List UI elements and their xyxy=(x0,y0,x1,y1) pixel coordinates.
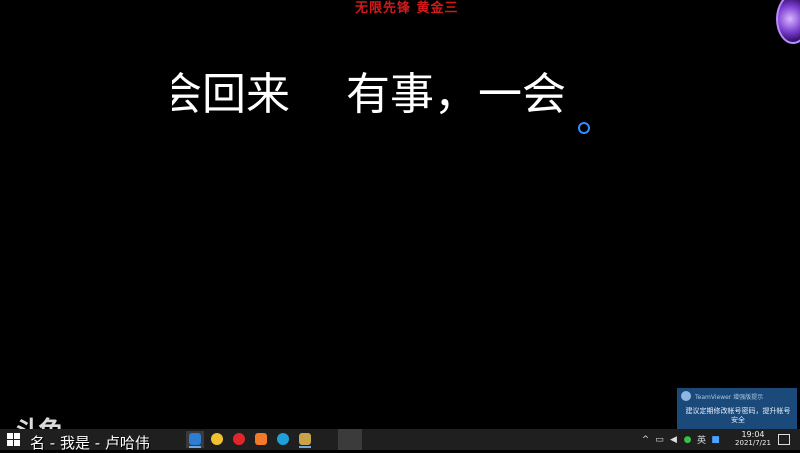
search-app-icon xyxy=(189,433,201,445)
taskbar-apps xyxy=(186,431,314,448)
wechat-icon[interactable]: ● xyxy=(682,434,693,445)
taskbar-app-music[interactable] xyxy=(230,431,248,448)
orange-app-icon xyxy=(255,433,267,445)
network-icon[interactable]: ▭ xyxy=(654,434,665,445)
netease-music-icon xyxy=(233,433,245,445)
tray-app-icon[interactable]: ■ xyxy=(710,434,721,445)
league-client-icon xyxy=(299,433,311,445)
notification-title: TeamViewer 增强版提示 xyxy=(695,394,764,401)
clock-date: 2021/7/21 xyxy=(735,439,771,447)
start-button-icon[interactable] xyxy=(7,433,20,446)
taskbar-app-edge[interactable] xyxy=(274,431,292,448)
taskbar-app-league[interactable] xyxy=(296,431,314,448)
chevron-up-icon[interactable]: ^ xyxy=(640,434,651,445)
scrolling-message-text: 会回来 有事，一会 xyxy=(172,69,566,120)
input-method-indicator[interactable]: 英 xyxy=(696,434,707,446)
orb-icon xyxy=(776,0,800,44)
taskbar-app-blank[interactable] xyxy=(338,429,362,450)
notification-body: 建议定期修改帐号密码，提升帐号安全 xyxy=(685,407,791,424)
scrolling-message: 会回来 有事，一会 xyxy=(172,68,582,128)
notification-center-icon[interactable] xyxy=(778,434,790,445)
system-tray: ^ ▭ ◀ ● 英 ■ xyxy=(640,429,721,450)
clock-time: 19:04 xyxy=(741,430,765,439)
cursor-icon xyxy=(578,122,590,134)
taskbar-clock[interactable]: 19:04 2021/7/21 xyxy=(733,430,773,448)
notification-toast[interactable]: TeamViewer 增强版提示 建议定期修改帐号密码，提升帐号安全 xyxy=(677,388,797,429)
taskbar-app-search[interactable] xyxy=(186,431,204,448)
taskbar-app-4[interactable] xyxy=(252,431,270,448)
stream-title: 无限先锋 黄金三 xyxy=(355,1,459,16)
teamviewer-icon xyxy=(681,391,691,401)
taskbar-app-2[interactable] xyxy=(208,431,226,448)
volume-icon[interactable]: ◀ xyxy=(668,434,679,445)
edge-browser-icon xyxy=(277,433,289,445)
green-circle-app-icon xyxy=(211,433,223,445)
